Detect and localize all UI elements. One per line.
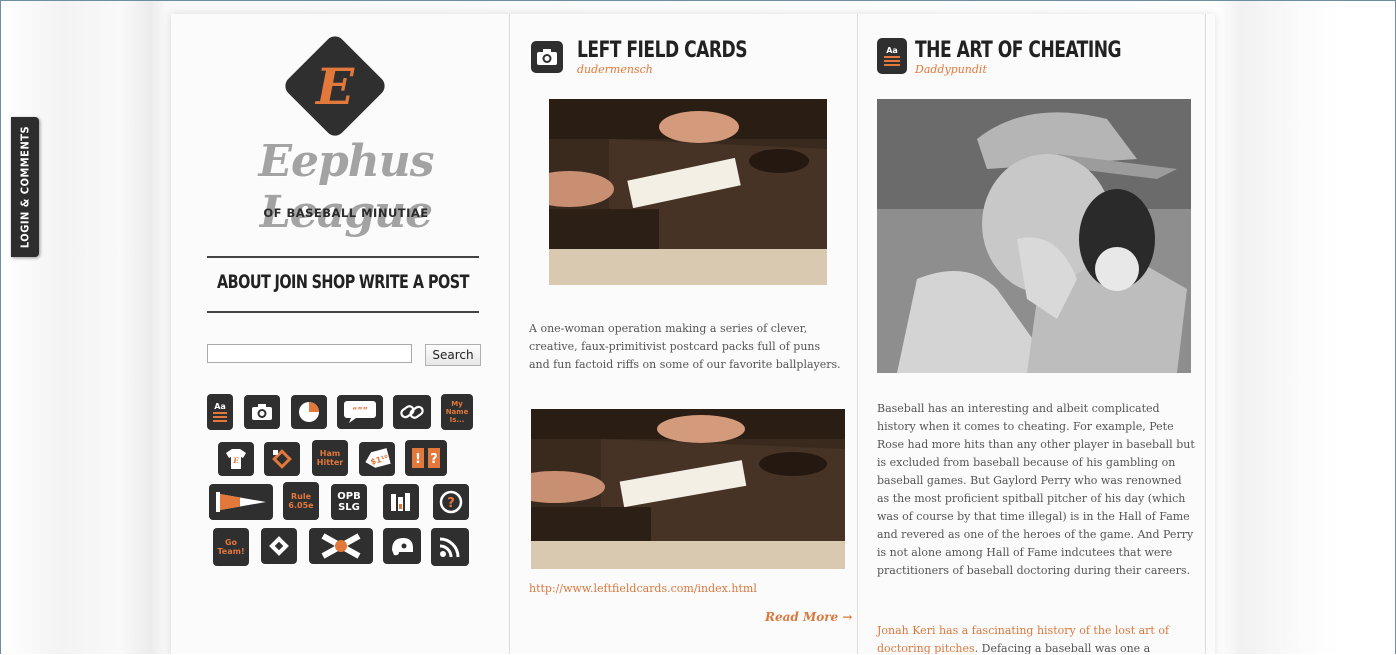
post-title[interactable]: THE ART OF CHEATING [915,37,1122,63]
pie-chart-icon[interactable] [291,395,327,429]
my-name-is-icon[interactable]: My Name Is... [441,394,473,430]
nav-about[interactable]: ABOUT [217,271,271,293]
login-comments-tab[interactable]: LOGIN & COMMENTS [11,117,39,257]
svg-text:“””: “”” [352,406,368,415]
no-bats-icon[interactable] [309,528,373,564]
go-team-icon[interactable]: Go Team! [213,528,249,566]
diamond-field-icon[interactable] [261,528,297,564]
stats-icon[interactable] [383,484,419,520]
camera-icon[interactable] [244,395,280,429]
post-author[interactable]: Daddypundit [915,63,987,76]
svg-text:!: ! [415,452,421,467]
exclaim-question-icon[interactable]: !? [405,440,447,476]
svg-text:?: ? [447,496,455,511]
column-divider [1205,14,1206,654]
login-comments-label: LOGIN & COMMENTS [18,125,32,249]
link-icon[interactable] [393,395,431,429]
quote-icon[interactable]: “”” [337,395,383,429]
postcard-photo[interactable] [549,99,827,285]
jersey-icon[interactable]: E [218,442,254,476]
column-divider [509,14,510,654]
browser-viewport: LOGIN & COMMENTS E Eephus League OF BASE… [0,0,1396,654]
page-container: E Eephus League OF BASEBALL MINUTIAE ABO… [171,14,1215,654]
site-subtitle: OF BASEBALL MINUTIAE [263,206,429,220]
rss-icon[interactable] [431,528,469,566]
camera-icon [531,41,563,73]
rule-icon[interactable]: Rule 6.05e [283,482,319,520]
svg-text:?: ? [430,452,438,467]
nav-join[interactable]: JOIN [274,271,307,293]
helmet-icon[interactable] [383,528,421,564]
post-excerpt: Baseball has an interesting and albeit c… [877,402,1195,577]
column-divider [857,14,858,654]
logo-letter: E [315,56,355,116]
nav-top-rule [207,256,479,258]
price-tag-icon[interactable]: $1¹⁰ [359,442,395,476]
read-more-link[interactable]: Read More → [765,610,852,624]
postcard-photo[interactable] [531,409,845,569]
nav-bottom-rule [207,311,479,313]
post-author[interactable]: dudermensch [577,63,653,76]
nav-shop[interactable]: SHOP [312,271,356,293]
pennant-icon[interactable] [209,484,273,520]
search-button[interactable]: Search [425,344,481,366]
main-nav: ABOUT JOIN SHOP WRITE A POST [207,271,479,293]
site-title[interactable]: Eephus League [201,136,491,238]
text-post-icon[interactable]: Aa [207,394,233,430]
base-icon[interactable] [264,442,300,476]
post-excerpt: A one-woman operation making a series of… [529,322,841,371]
ham-hitter-icon[interactable]: Ham Hitter [312,440,348,476]
svg-text:E: E [232,456,239,465]
post-title[interactable]: LEFT FIELD CARDS [577,37,748,63]
search-input[interactable] [207,344,412,363]
nav-write-a-post[interactable]: WRITE A POST [359,271,470,293]
text-post-icon: Aa [877,38,907,74]
opb-slg-icon[interactable]: OPB SLG [331,484,367,520]
help-icon[interactable]: ? [433,484,469,520]
post-external-link[interactable]: http://www.leftfieldcards.com/index.html [529,580,757,598]
post-excerpt-continued: Jonah Keri has a fascinating history of … [877,624,1170,654]
pitcher-photo[interactable] [877,99,1191,373]
